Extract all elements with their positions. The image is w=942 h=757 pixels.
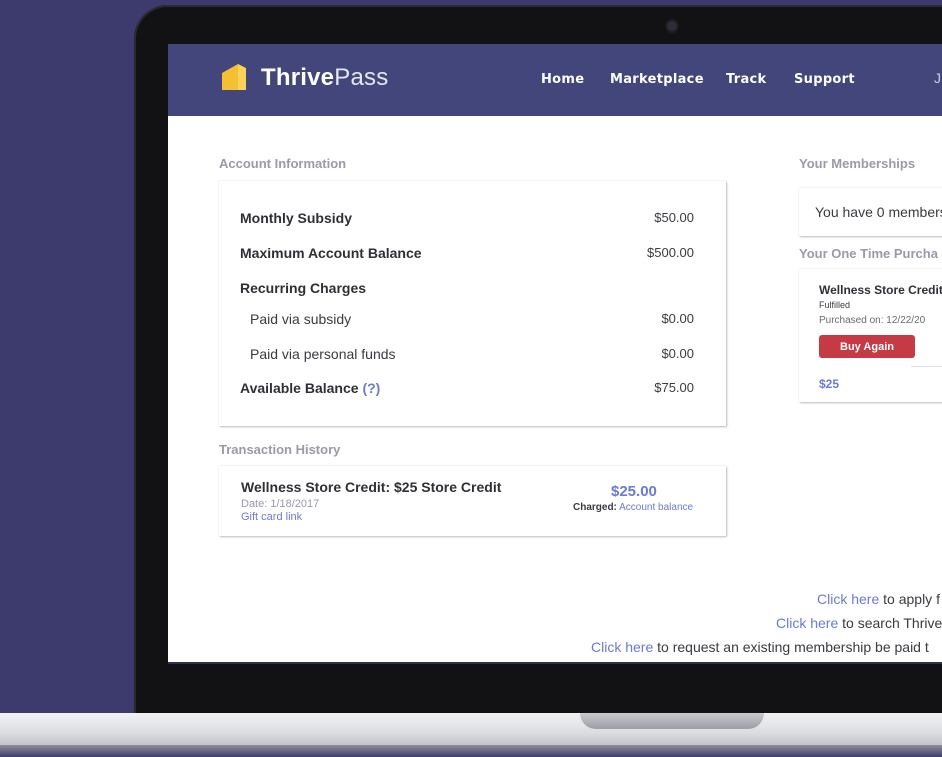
memberships-card: You have 0 members	[799, 188, 942, 236]
purchase-title: Wellness Store Credit	[819, 283, 942, 297]
apply-text: to apply f	[879, 591, 940, 607]
purchase-date: Purchased on: 12/22/20	[819, 315, 926, 326]
buy-again-button[interactable]: Buy Again	[819, 335, 915, 358]
charged-label: Charged:	[573, 502, 617, 513]
nav-support[interactable]: Support	[794, 72, 855, 87]
transaction-title: Wellness Store Credit: $25 Store Credit	[241, 479, 502, 495]
footer-apply-line: Click here to apply f	[817, 591, 940, 607]
footer-request-line: Click here to request an existing member…	[591, 639, 929, 655]
apply-click-here-link[interactable]: Click here	[817, 591, 879, 607]
camera-icon	[667, 21, 677, 31]
footer-search-line: Click here to search Thrive	[776, 615, 942, 631]
screen-bottom-edge	[168, 662, 942, 664]
brand-name-bold: Thrive	[261, 64, 335, 91]
charged-source-link[interactable]: Account balance	[619, 502, 693, 513]
transaction-charged: Charged: Account balance	[573, 502, 693, 513]
request-click-here-link[interactable]: Click here	[591, 639, 653, 655]
laptop-base-shadow	[0, 745, 942, 757]
available-balance-value: $75.00	[654, 380, 694, 395]
one-time-purchases-title: Your One Time Purcha	[799, 246, 938, 261]
gift-card-link[interactable]: Gift card link	[241, 511, 302, 523]
monthly-subsidy-value: $50.00	[654, 210, 694, 225]
paid-personal-label: Paid via personal funds	[250, 346, 396, 362]
purchase-divider	[911, 366, 942, 367]
purchase-price: $25	[819, 377, 840, 391]
brand-name[interactable]: ThrivePass	[261, 64, 388, 92]
request-text: to request an existing membership be pai…	[653, 639, 929, 655]
paid-subsidy-value: $0.00	[661, 311, 694, 326]
max-balance-value: $500.00	[647, 245, 694, 260]
available-balance-label: Available Balance	[240, 380, 359, 396]
recurring-charges-label: Recurring Charges	[240, 280, 367, 296]
available-balance-help-link[interactable]: (?)	[362, 380, 380, 396]
memberships-title: Your Memberships	[799, 156, 916, 171]
available-balance-row: Available Balance (?)	[240, 380, 380, 396]
nav-partial-item[interactable]: J	[934, 70, 941, 86]
thrivepass-logo-icon	[222, 64, 246, 90]
paid-subsidy-label: Paid via subsidy	[250, 311, 352, 327]
nav-marketplace[interactable]: Marketplace	[610, 72, 704, 87]
top-navbar: ThrivePass Home Marketplace Track Suppor…	[168, 44, 942, 116]
laptop-notch	[580, 713, 764, 729]
search-click-here-link[interactable]: Click here	[776, 615, 838, 631]
transaction-card: Wellness Store Credit: $25 Store Credit …	[219, 466, 726, 536]
purchase-status: Fulfilled	[819, 300, 851, 310]
account-info-title: Account Information	[219, 156, 347, 171]
monthly-subsidy-label: Monthly Subsidy	[240, 210, 352, 226]
one-time-purchase-card: Wellness Store Credit Fulfilled Purchase…	[799, 269, 942, 402]
transaction-amount: $25.00	[611, 483, 657, 500]
max-balance-label: Maximum Account Balance	[240, 245, 422, 261]
nav-track[interactable]: Track	[726, 72, 766, 87]
brand-name-light: Pass	[334, 64, 389, 91]
paid-personal-value: $0.00	[661, 346, 694, 361]
app-screen: ThrivePass Home Marketplace Track Suppor…	[168, 44, 942, 662]
memberships-message: You have 0 members	[815, 204, 942, 220]
transaction-history-title: Transaction History	[219, 442, 341, 457]
transaction-date: Date: 1/18/2017	[241, 498, 320, 510]
account-info-card: Monthly Subsidy $50.00 Maximum Account B…	[219, 181, 726, 426]
search-text: to search Thrive	[838, 615, 942, 631]
nav-home[interactable]: Home	[541, 72, 584, 87]
